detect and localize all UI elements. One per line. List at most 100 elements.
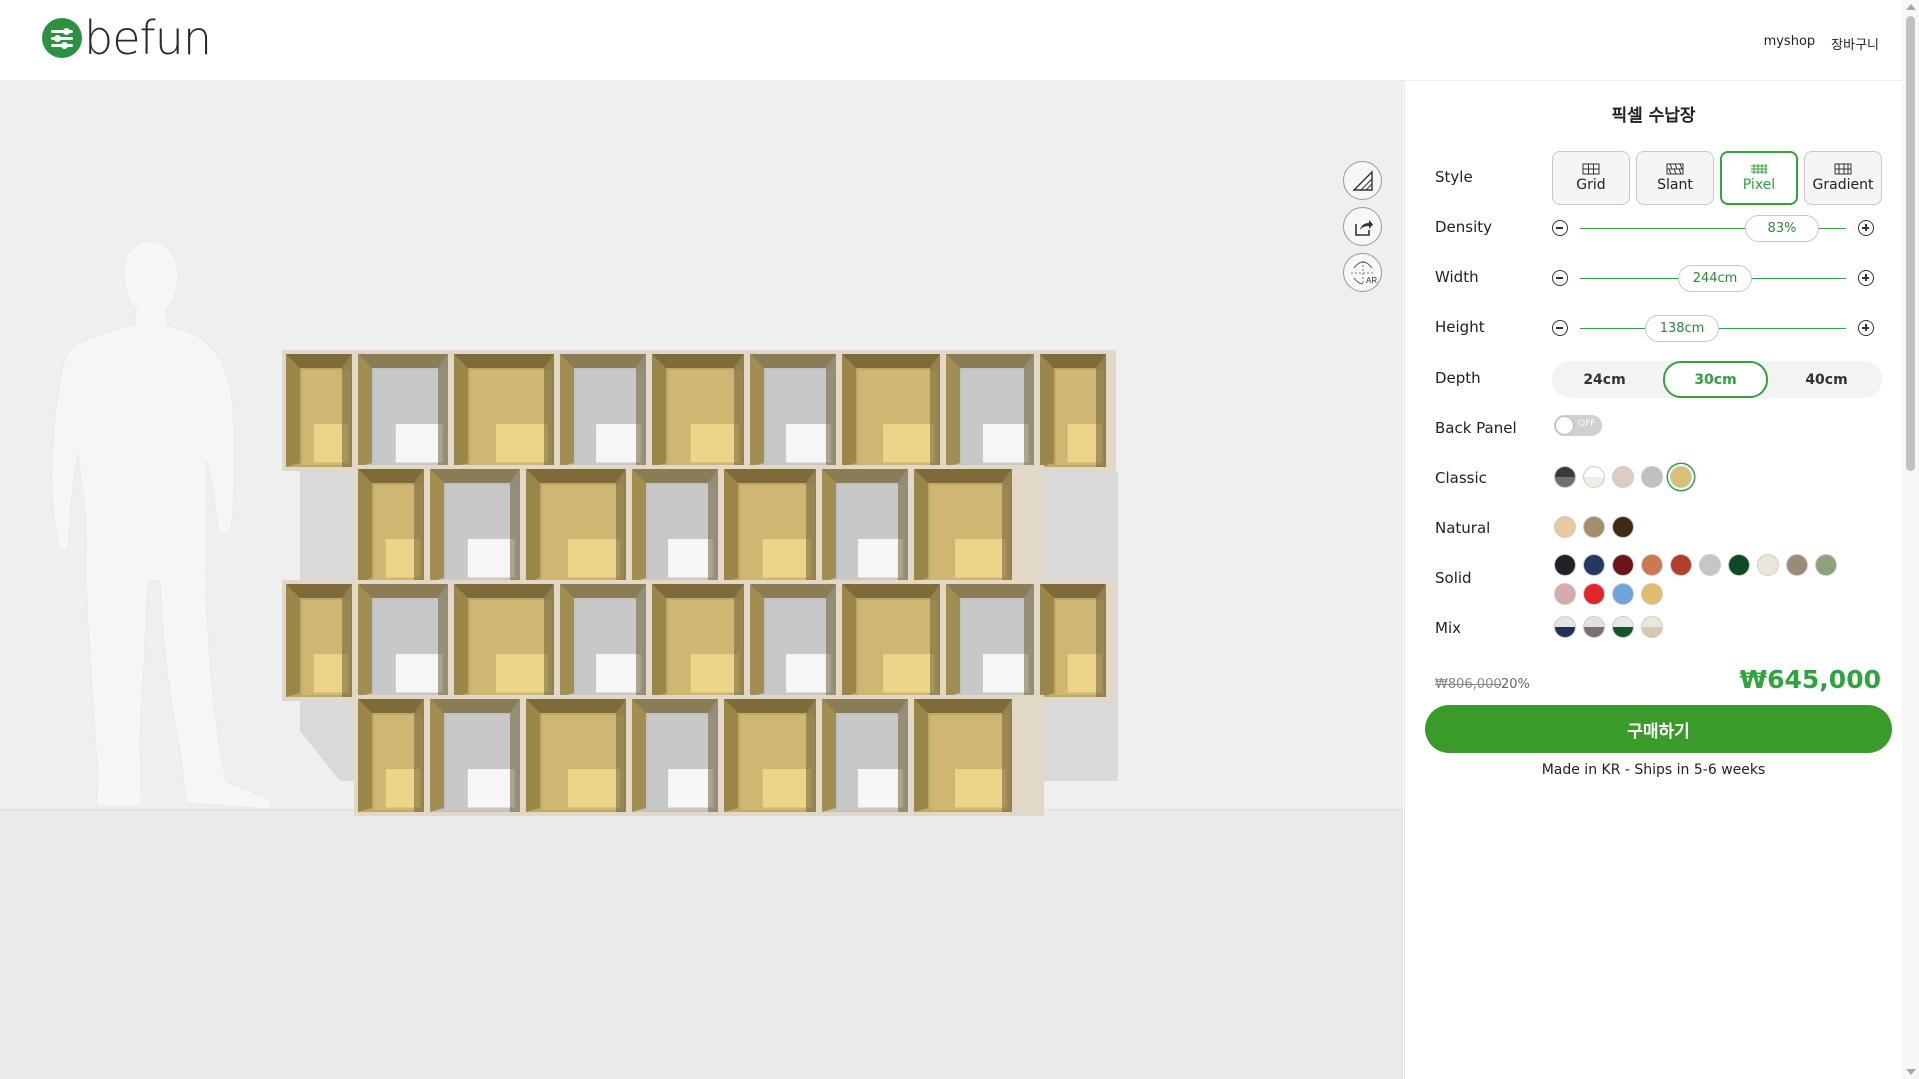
solid-color-swatch[interactable] (1612, 554, 1634, 576)
classic-label: Classic (1435, 469, 1487, 487)
grid-style-icon (1582, 163, 1600, 175)
density-label: Density (1435, 218, 1493, 236)
myshop-link[interactable]: myshop (1764, 34, 1816, 53)
toggle-knob (1555, 416, 1574, 435)
ar-view-icon: AR (1350, 260, 1377, 285)
style-pixel-button[interactable]: Pixel (1720, 151, 1798, 205)
mix-color-swatch[interactable] (1583, 616, 1605, 638)
scroll-down-icon[interactable] (1906, 1069, 1916, 1075)
mix-color-swatch[interactable] (1612, 616, 1634, 638)
solid-color-swatch[interactable] (1757, 554, 1779, 576)
viewer-tools: AR (1343, 161, 1382, 292)
style-gradient-label: Gradient (1812, 177, 1874, 193)
scene-canvas (51, 240, 1118, 816)
height-label: Height (1435, 318, 1485, 336)
style-grid-button[interactable]: Grid (1552, 151, 1630, 205)
slant-style-icon (1666, 163, 1684, 175)
solid-color-swatch[interactable] (1786, 554, 1808, 576)
solid-color-swatch[interactable] (1815, 554, 1837, 576)
cart-link[interactable]: 장바구니 (1831, 34, 1879, 53)
classic-color-swatch[interactable] (1641, 466, 1663, 488)
logo-mark-icon (42, 18, 82, 58)
density-minus-icon[interactable] (1552, 220, 1568, 236)
classic-color-swatch[interactable] (1583, 466, 1605, 488)
brand-logo[interactable]: befun (42, 11, 212, 65)
depth-40-option[interactable]: 40cm (1774, 361, 1879, 398)
ar-label: AR (1366, 276, 1377, 285)
product-title: 픽셀 수납장 (1611, 106, 1696, 126)
natural-color-swatch[interactable] (1583, 516, 1605, 538)
solid-color-swatch[interactable] (1554, 554, 1576, 576)
natural-label: Natural (1435, 519, 1491, 537)
style-slant-label: Slant (1657, 177, 1693, 193)
solid-swatches (1554, 554, 1854, 605)
width-label: Width (1435, 268, 1479, 286)
solid-color-swatch[interactable] (1699, 554, 1721, 576)
height-plus-icon[interactable] (1858, 320, 1874, 336)
mix-color-swatch[interactable] (1554, 616, 1576, 638)
page-scrollbar[interactable] (1902, 0, 1919, 1079)
natural-swatches (1554, 516, 1874, 538)
width-slider[interactable]: 244cm (1552, 263, 1874, 293)
classic-color-swatch[interactable] (1670, 466, 1692, 488)
original-price: ₩806,000 (1435, 677, 1502, 692)
height-slider[interactable]: 138cm (1552, 313, 1874, 343)
shipping-note: Made in KR - Ships in 5-6 weeks (1541, 762, 1766, 778)
scroll-up-icon[interactable] (1906, 4, 1916, 10)
style-slant-button[interactable]: Slant (1636, 151, 1714, 205)
solid-color-swatch[interactable] (1641, 583, 1663, 605)
style-selector: Grid Slant Pixel Gradient (1552, 151, 1882, 205)
depth-selector: 24cm 30cm 40cm (1552, 361, 1882, 398)
shelf-unit (282, 350, 1118, 816)
density-plus-icon[interactable] (1858, 220, 1874, 236)
density-slider[interactable]: 83% (1552, 213, 1874, 243)
height-minus-icon[interactable] (1552, 320, 1568, 336)
ar-button[interactable]: AR (1343, 253, 1382, 292)
density-value[interactable]: 83% (1745, 215, 1819, 242)
scroll-thumb[interactable] (1906, 16, 1915, 471)
discount-rate: 20% (1501, 677, 1530, 692)
pixel-style-icon (1751, 164, 1767, 174)
mix-label: Mix (1435, 619, 1461, 637)
solid-color-swatch[interactable] (1641, 554, 1663, 576)
width-minus-icon[interactable] (1552, 270, 1568, 286)
height-value[interactable]: 138cm (1645, 315, 1719, 342)
mix-color-swatch[interactable] (1641, 616, 1663, 638)
solid-color-swatch[interactable] (1583, 583, 1605, 605)
classic-color-swatch[interactable] (1554, 466, 1576, 488)
natural-color-swatch[interactable] (1612, 516, 1634, 538)
back-panel-label: Back Panel (1435, 419, 1517, 437)
price-row: ₩806,000 20% ₩645,000 (1435, 665, 1881, 701)
mix-swatches (1554, 616, 1874, 638)
share-button[interactable] (1343, 207, 1382, 246)
site-header: befun myshop 장바구니 (0, 0, 1919, 81)
depth-30-option[interactable]: 30cm (1663, 361, 1768, 398)
classic-color-swatch[interactable] (1612, 466, 1634, 488)
style-grid-label: Grid (1576, 177, 1606, 193)
solid-color-swatch[interactable] (1612, 583, 1634, 605)
style-pixel-label: Pixel (1742, 177, 1776, 193)
depth-24-option[interactable]: 24cm (1552, 361, 1657, 398)
solid-color-swatch[interactable] (1583, 554, 1605, 576)
config-panel: 픽셀 수납장 Style Grid Slant Pixel Gradient D… (1404, 81, 1902, 1079)
width-value[interactable]: 244cm (1678, 265, 1752, 292)
top-links: myshop 장바구니 (1764, 34, 1879, 53)
natural-color-swatch[interactable] (1554, 516, 1576, 538)
classic-swatches (1554, 466, 1874, 488)
3d-viewer[interactable]: AR (0, 81, 1403, 1079)
back-panel-toggle[interactable]: OFF (1554, 415, 1602, 436)
brand-name: befun (84, 11, 212, 65)
solid-color-swatch[interactable] (1554, 583, 1576, 605)
solid-color-swatch[interactable] (1670, 554, 1692, 576)
depth-label: Depth (1435, 369, 1481, 387)
measure-icon (1351, 169, 1373, 191)
style-gradient-button[interactable]: Gradient (1804, 151, 1882, 205)
toggle-state: OFF (1578, 419, 1596, 429)
human-silhouette (51, 240, 273, 810)
measure-button[interactable] (1343, 161, 1382, 200)
solid-label: Solid (1435, 569, 1472, 587)
buy-button[interactable]: 구매하기 (1425, 705, 1892, 753)
width-plus-icon[interactable] (1858, 270, 1874, 286)
style-label: Style (1435, 168, 1473, 186)
solid-color-swatch[interactable] (1728, 554, 1750, 576)
